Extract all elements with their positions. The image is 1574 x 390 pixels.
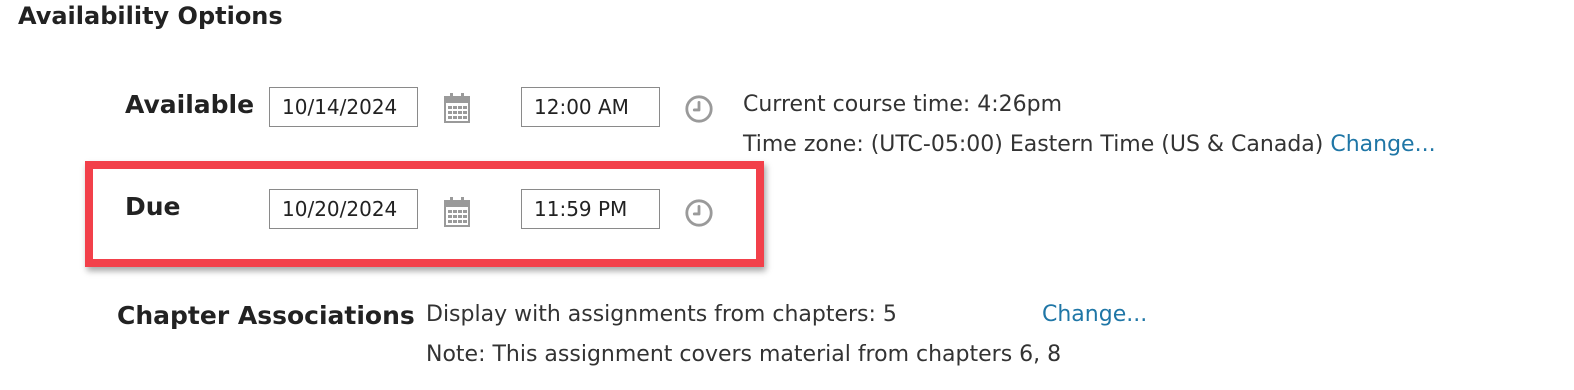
chapter-display-text: Display with assignments from chapters: … bbox=[426, 302, 897, 327]
section-title: Availability Options bbox=[18, 2, 283, 30]
due-time-input[interactable]: 11:59 PM bbox=[521, 189, 660, 229]
due-highlight-box bbox=[85, 161, 764, 267]
chapter-associations-label: Chapter Associations bbox=[117, 301, 415, 330]
timezone-text: Time zone: (UTC-05:00) Eastern Time (US … bbox=[743, 132, 1324, 157]
chapter-change-link[interactable]: Change... bbox=[1042, 300, 1147, 330]
clock-icon[interactable] bbox=[684, 92, 714, 126]
due-date-input[interactable]: 10/20/2024 bbox=[269, 189, 418, 229]
calendar-icon[interactable] bbox=[442, 91, 472, 125]
chapter-note: Note: This assignment covers material fr… bbox=[426, 342, 1062, 367]
available-label: Available bbox=[125, 90, 255, 119]
due-label: Due bbox=[125, 192, 181, 221]
timezone-line: Time zone: (UTC-05:00) Eastern Time (US … bbox=[743, 130, 1436, 160]
timezone-change-link[interactable]: Change... bbox=[1330, 132, 1435, 157]
clock-icon[interactable] bbox=[684, 196, 714, 230]
available-date-input[interactable]: 10/14/2024 bbox=[269, 87, 418, 127]
current-course-time: Current course time: 4:26pm bbox=[743, 92, 1063, 117]
available-time-input[interactable]: 12:00 AM bbox=[521, 87, 660, 127]
calendar-icon[interactable] bbox=[442, 195, 472, 229]
